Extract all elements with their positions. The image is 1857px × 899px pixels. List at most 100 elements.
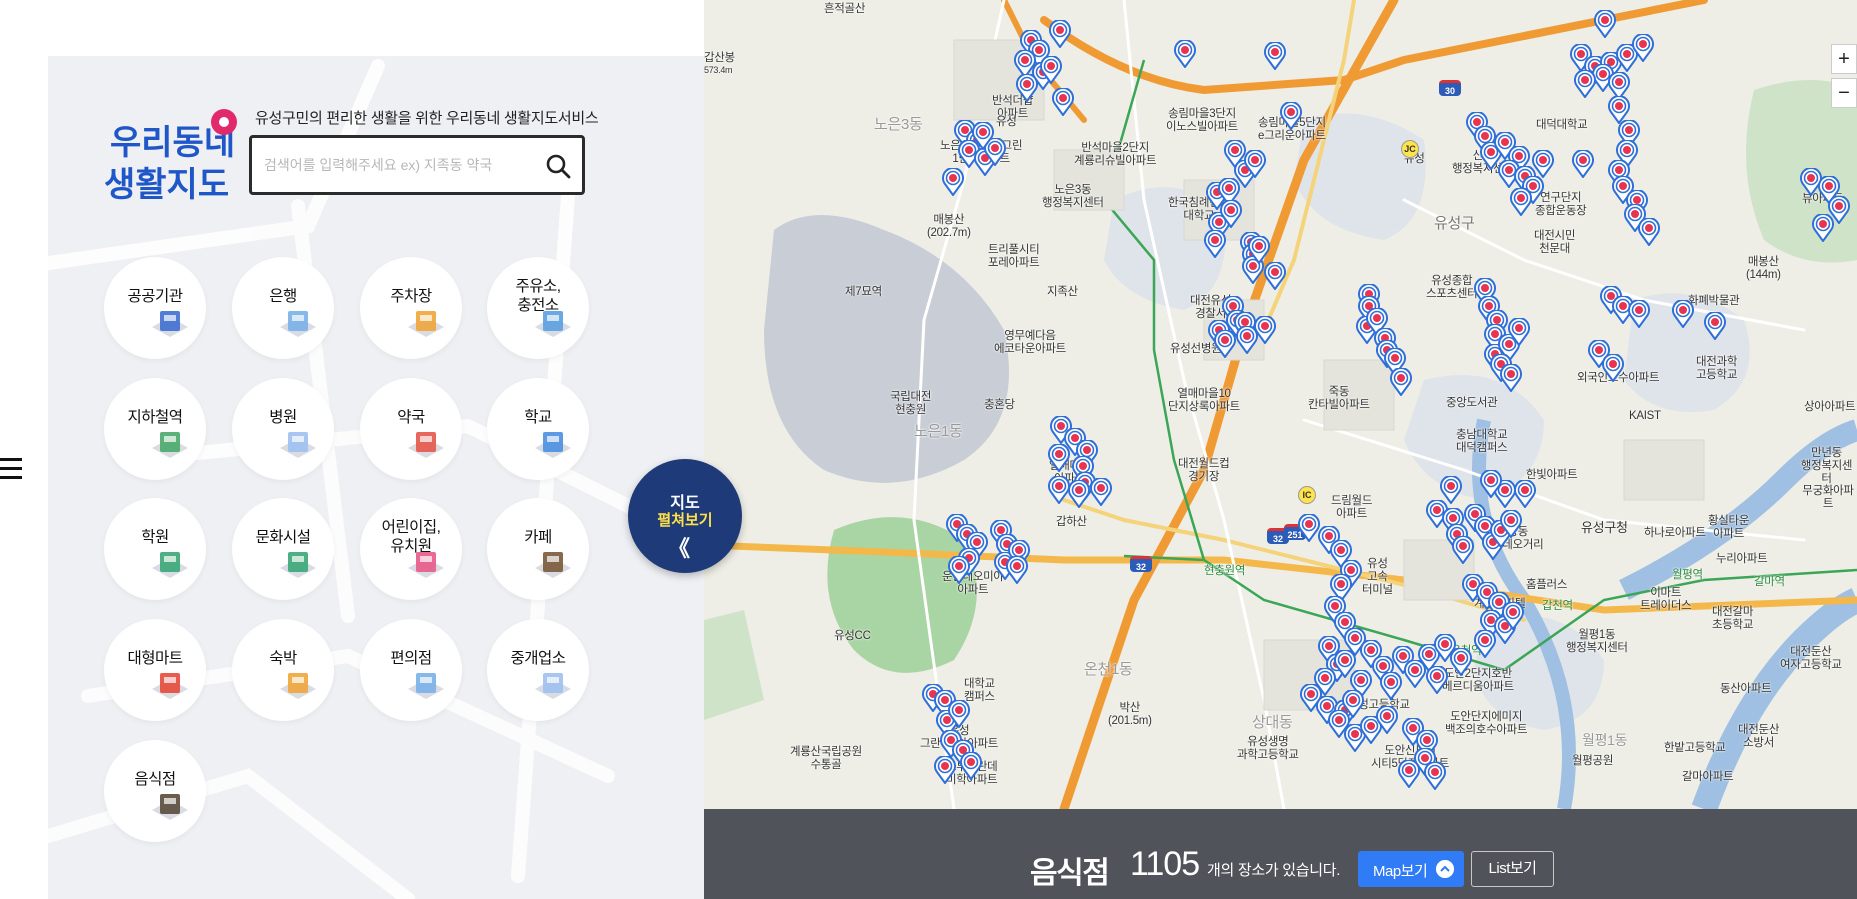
map-label: 갑천역 xyxy=(1542,600,1573,612)
map-marker-icon[interactable] xyxy=(1264,262,1286,290)
map-marker-icon[interactable] xyxy=(1376,706,1398,734)
menu-icon[interactable] xyxy=(0,458,24,484)
map-marker-icon[interactable] xyxy=(960,752,982,780)
list-view-button[interactable]: List보기 xyxy=(1471,851,1554,887)
map-marker-icon[interactable] xyxy=(1672,300,1694,328)
map-marker-icon[interactable] xyxy=(1068,480,1090,508)
map-marker-icon[interactable] xyxy=(1510,188,1532,216)
category-realestate[interactable]: 중개업소 xyxy=(487,619,589,721)
map-marker-icon[interactable] xyxy=(1594,10,1616,38)
map-label: 계룡산국립공원 수통골 xyxy=(790,746,862,771)
search-input[interactable] xyxy=(264,152,534,178)
category-label: 학원 xyxy=(141,529,169,546)
map-label: 월평1동 xyxy=(1582,732,1628,748)
map-marker-icon[interactable] xyxy=(1204,230,1226,258)
map-marker-icon[interactable] xyxy=(1500,364,1522,392)
map-marker-icon[interactable] xyxy=(1090,478,1112,506)
category-hospital[interactable]: 병원 xyxy=(232,378,334,480)
category-school[interactable]: 학교 xyxy=(487,378,589,480)
map-marker-icon[interactable] xyxy=(1380,672,1402,700)
map-marker-icon[interactable] xyxy=(1628,300,1650,328)
map-marker-icon[interactable] xyxy=(1508,318,1530,346)
category-academy[interactable]: 학원 xyxy=(104,498,206,600)
map-label: 만년동 행정복지센터 xyxy=(1800,447,1853,485)
map-marker-icon[interactable] xyxy=(1828,196,1850,224)
map-marker-icon[interactable] xyxy=(1574,70,1596,98)
map-marker-icon[interactable] xyxy=(1450,648,1472,676)
map-marker-icon[interactable] xyxy=(942,168,964,196)
map-marker-icon[interactable] xyxy=(1214,330,1236,358)
search-icon[interactable] xyxy=(544,152,572,180)
map-marker-icon[interactable] xyxy=(1704,312,1726,340)
map-marker-icon[interactable] xyxy=(1048,476,1070,504)
map-marker-icon[interactable] xyxy=(972,122,994,150)
map-marker-icon[interactable] xyxy=(1532,150,1554,178)
map-marker-icon[interactable] xyxy=(1632,34,1654,62)
map-marker-icon[interactable] xyxy=(1049,20,1071,48)
map-label: 동산아파트 xyxy=(1720,683,1772,695)
map-marker-icon[interactable] xyxy=(1424,762,1446,790)
map-label: 대전시민 천문대 xyxy=(1534,230,1576,255)
map-marker-icon[interactable] xyxy=(1264,42,1286,70)
search-box xyxy=(249,135,585,195)
map-marker-icon[interactable] xyxy=(1452,536,1474,564)
map-marker-icon[interactable] xyxy=(1474,630,1496,658)
map-marker-icon[interactable] xyxy=(1398,760,1420,788)
map-marker-icon[interactable] xyxy=(1298,514,1320,542)
map-view-button[interactable]: Map보기 xyxy=(1358,851,1464,887)
map-label: 하나로아파트 xyxy=(1644,527,1706,539)
map-label: 상대동 xyxy=(1252,714,1293,731)
category-bed[interactable]: 숙박 xyxy=(232,619,334,721)
subway-icon xyxy=(152,432,188,458)
map-marker-icon[interactable] xyxy=(1174,40,1196,68)
store-icon xyxy=(408,673,444,699)
map-marker-icon[interactable] xyxy=(1514,480,1536,508)
map-marker-icon[interactable] xyxy=(948,556,970,584)
map-marker-icon[interactable] xyxy=(1502,602,1524,630)
map-label: 대전둔산 여자고등학교 xyxy=(1780,646,1842,671)
category-kindergarten[interactable]: 어린이집, 유치원 xyxy=(360,498,462,600)
map-expand-button[interactable]: 지도 펼쳐보기 《 xyxy=(628,459,742,573)
zoom-out-button[interactable]: − xyxy=(1831,78,1857,108)
map-marker-icon[interactable] xyxy=(1006,556,1028,584)
map-marker-icon[interactable] xyxy=(1602,354,1624,382)
map-marker-icon[interactable] xyxy=(1052,88,1074,116)
map-label: 충남대학교 대덕캠퍼스 xyxy=(1456,429,1508,454)
map-marker-icon[interactable] xyxy=(1244,150,1266,178)
map-marker-icon[interactable] xyxy=(1572,150,1594,178)
category-restaurant[interactable]: 음식점 xyxy=(104,740,206,842)
map-label: 열매마을10 단지상록아파트 xyxy=(1168,388,1240,413)
map-label: 드림월드 아파트 xyxy=(1331,495,1373,520)
category-laptop[interactable]: 공공기관 xyxy=(104,257,206,359)
map-label: 영무예다음 에코타운아파트 xyxy=(994,330,1066,355)
category-culture[interactable]: 문화시설 xyxy=(232,498,334,600)
map-label: 무궁화아파트 xyxy=(1802,485,1854,510)
map-marker-icon[interactable] xyxy=(1016,74,1038,102)
category-label: 지하철역 xyxy=(127,409,183,426)
map-marker-icon[interactable] xyxy=(1426,666,1448,694)
zoom-in-button[interactable]: + xyxy=(1831,44,1857,74)
category-subway[interactable]: 지하철역 xyxy=(104,378,206,480)
pharmacy-icon xyxy=(408,432,444,458)
category-pharmacy[interactable]: 약국 xyxy=(360,378,462,480)
map-marker-icon[interactable] xyxy=(1254,316,1276,344)
map-label: 상아아파트 xyxy=(1804,401,1856,413)
map-marker-icon[interactable] xyxy=(1390,368,1412,396)
map-marker-icon[interactable] xyxy=(1500,510,1522,538)
map-marker-icon[interactable] xyxy=(948,700,970,728)
map-marker-icon[interactable] xyxy=(1638,218,1660,246)
map-marker-icon[interactable] xyxy=(1248,236,1270,264)
category-mart[interactable]: 대형마트 xyxy=(104,619,206,721)
map-marker-icon[interactable] xyxy=(1280,102,1302,130)
category-parking[interactable]: 주차장 xyxy=(360,257,462,359)
parking-icon xyxy=(408,311,444,337)
map-marker-icon[interactable] xyxy=(1480,470,1502,498)
category-store[interactable]: 편의점 xyxy=(360,619,462,721)
map-view[interactable]: 흔적골산 갑산봉 573.4m 반석더샵 아파트 노은한화꿈에그린 1단지아파트… xyxy=(704,0,1857,809)
map-marker-icon[interactable] xyxy=(1040,56,1062,84)
category-bank[interactable]: 은행 xyxy=(232,257,334,359)
category-cafe[interactable]: 카페 xyxy=(487,498,589,600)
category-gas-station[interactable]: 주유소, 충전소 xyxy=(487,257,589,359)
map-marker-icon[interactable] xyxy=(934,756,956,784)
map-marker-icon[interactable] xyxy=(1220,200,1242,228)
